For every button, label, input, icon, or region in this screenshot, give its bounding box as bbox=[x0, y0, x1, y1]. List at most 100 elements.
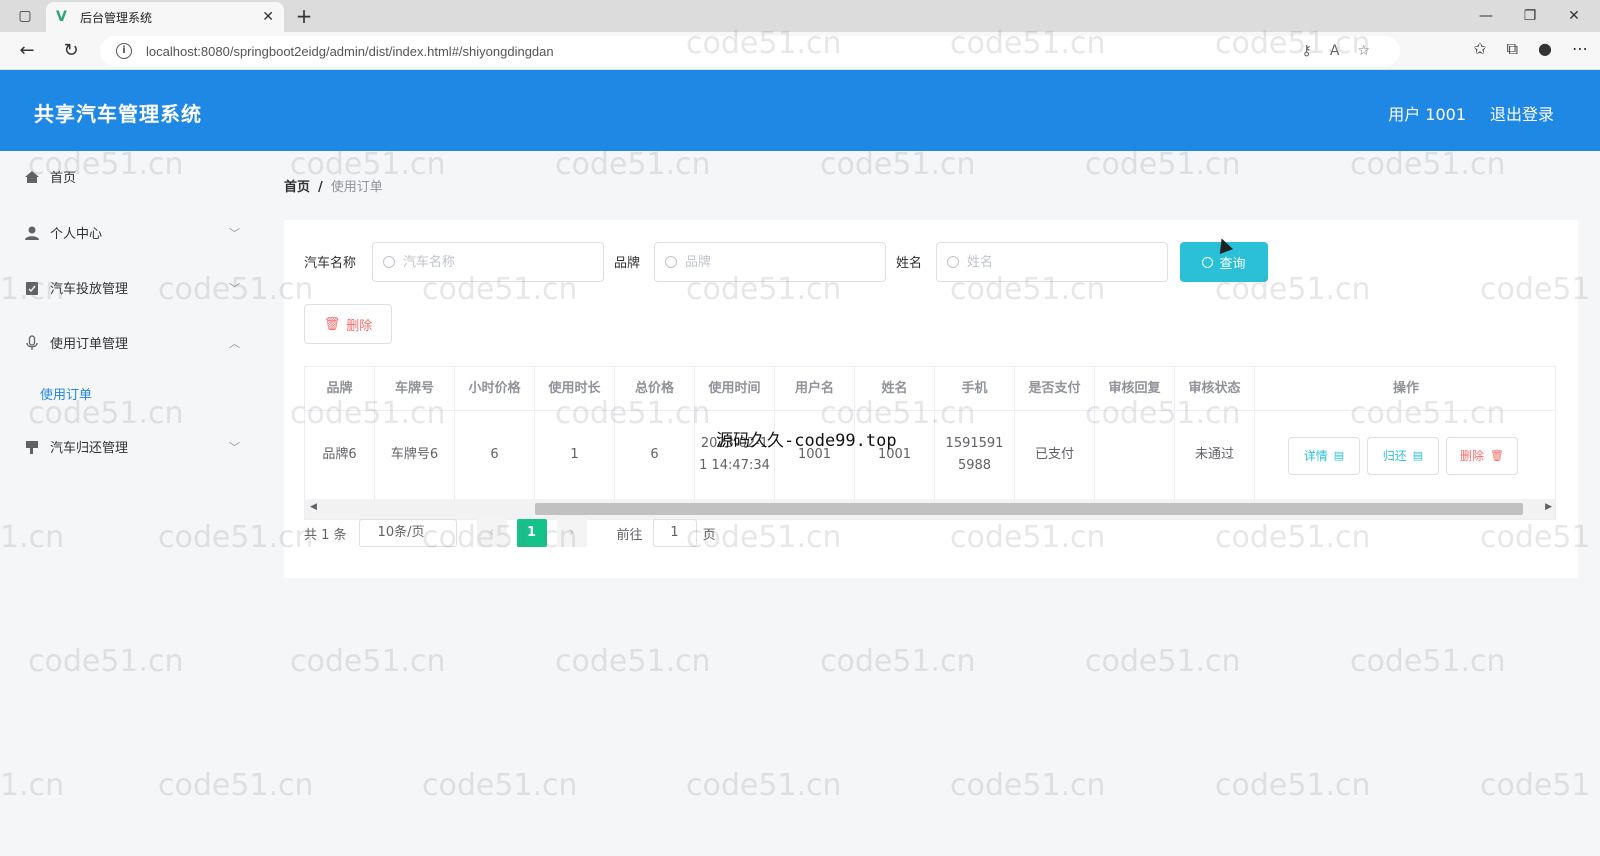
table-row: 品牌6 车牌号6 6 1 6 2023-02-11 14:47:34 1001 … bbox=[305, 411, 1555, 499]
search-icon bbox=[1202, 256, 1214, 268]
sidebar-item-car-return[interactable]: 汽车归还管理 ﹀ bbox=[24, 437, 240, 456]
sidebar-item-label: 使用订单管理 bbox=[50, 337, 129, 352]
watermark: code51.cn bbox=[422, 768, 578, 803]
sidebar-item-label: 个人中心 bbox=[50, 227, 103, 242]
watermark: code51.cn bbox=[950, 768, 1106, 803]
cell-phone: 15915915988 bbox=[935, 411, 1015, 499]
scroll-left-icon[interactable]: ◀ bbox=[310, 502, 317, 512]
watermark: code51.cn bbox=[1215, 768, 1371, 803]
cell-hour-price: 6 bbox=[455, 411, 535, 499]
logout-link[interactable]: 退出登录 bbox=[1490, 101, 1554, 125]
user-icon bbox=[24, 225, 40, 241]
url-text: localhost:8080/springboot2eidg/admin/dis… bbox=[146, 43, 554, 59]
column-header: 姓名 bbox=[855, 367, 935, 411]
cell-brand: 品牌6 bbox=[305, 411, 375, 499]
vue-logo-icon: V bbox=[56, 9, 67, 25]
watermark: code51.cn bbox=[686, 768, 842, 803]
trash-icon: 🗑 bbox=[1490, 449, 1504, 462]
cell-duration: 1 bbox=[535, 411, 615, 499]
close-tab-icon[interactable]: ✕ bbox=[262, 9, 274, 25]
pagination: 共 1 条 10条/页 ‹ 1 › 前往 1 页 bbox=[304, 518, 716, 548]
new-tab-button[interactable]: + bbox=[292, 4, 316, 28]
prev-page-button[interactable]: ‹ bbox=[476, 519, 507, 547]
add-favorite-icon[interactable]: ☆ bbox=[1357, 43, 1370, 59]
sidebar-subitem-orders[interactable]: 使用订单 bbox=[40, 384, 92, 403]
sidebar-item-label: 汽车归还管理 bbox=[50, 441, 129, 456]
row-delete-button[interactable]: 删除 🗑 bbox=[1446, 437, 1518, 475]
table-header: 品牌 车牌号 小时价格 使用时长 总价格 使用时间 用户名 姓名 手机 是否支付… bbox=[305, 367, 1555, 411]
favorites-icon[interactable]: ✩ bbox=[1473, 39, 1486, 59]
watermark: code51 bbox=[1480, 768, 1591, 803]
site-info-icon[interactable]: i bbox=[116, 43, 132, 59]
more-icon[interactable]: ⋯ bbox=[1572, 39, 1588, 59]
goto-label: 前往 bbox=[616, 527, 643, 543]
column-header: 用户名 bbox=[775, 367, 855, 411]
collections-icon[interactable]: ⧉ bbox=[1507, 39, 1518, 59]
close-window-button[interactable]: ✕ bbox=[1552, 4, 1596, 28]
main-card: 汽车名称 品牌 姓名 查询 🗑 删除 品牌 车牌号 小时价格 使用时长 总价格 … bbox=[284, 220, 1578, 578]
next-page-button[interactable]: › bbox=[556, 519, 587, 547]
breadcrumb: 首页 / 使用订单 bbox=[284, 176, 383, 195]
sidebar-item-home[interactable]: 首页 bbox=[24, 167, 240, 186]
car-name-label: 汽车名称 bbox=[304, 256, 357, 271]
delete-button-label: 删除 bbox=[346, 317, 373, 333]
car-name-field[interactable] bbox=[372, 242, 604, 282]
minimize-button[interactable]: — bbox=[1464, 4, 1508, 28]
microphone-icon bbox=[24, 334, 40, 351]
profile-icon[interactable]: ● bbox=[1538, 39, 1552, 59]
watermark: code51.cn bbox=[290, 644, 446, 679]
cell-paid: 已支付 bbox=[1015, 411, 1095, 499]
key-icon[interactable]: ⚷ bbox=[1302, 43, 1312, 59]
brand-input[interactable] bbox=[685, 254, 865, 270]
watermark: code51.cn bbox=[820, 147, 976, 182]
car-name-input[interactable] bbox=[403, 254, 583, 270]
column-header: 审核状态 bbox=[1175, 367, 1255, 411]
horizontal-scrollbar[interactable]: ◀ ▶ bbox=[305, 499, 1555, 519]
sidebar-item-personal-center[interactable]: 个人中心 ﹀ bbox=[24, 223, 240, 242]
search-button-label: 查询 bbox=[1219, 255, 1246, 271]
cell-username: 1001 bbox=[775, 411, 855, 499]
page-suffix: 页 bbox=[702, 527, 716, 543]
name-input[interactable] bbox=[967, 254, 1147, 270]
read-aloud-icon[interactable]: A bbox=[1330, 43, 1340, 59]
column-header: 使用时间 bbox=[695, 367, 775, 411]
reload-icon[interactable]: ↻ bbox=[58, 39, 84, 63]
watermark: code51.cn bbox=[1085, 147, 1241, 182]
scroll-right-icon[interactable]: ▶ bbox=[1545, 502, 1552, 512]
breadcrumb-home[interactable]: 首页 bbox=[284, 180, 310, 195]
search-icon bbox=[665, 256, 677, 268]
detail-label: 详情 bbox=[1303, 449, 1328, 463]
cell-reply bbox=[1095, 411, 1175, 499]
sidebar: 首页 个人中心 ﹀ 汽车投放管理 ﹀ 使用订单管理 ︿ 使用订单 汽车归还管理 … bbox=[0, 151, 260, 856]
trash-icon: 🗑 bbox=[323, 316, 341, 331]
name-field[interactable] bbox=[936, 242, 1168, 282]
detail-button[interactable]: 详情 ▤ bbox=[1288, 437, 1360, 475]
back-icon[interactable]: ← bbox=[14, 39, 40, 63]
chevron-down-icon: ﹀ bbox=[229, 281, 240, 295]
page-number-active[interactable]: 1 bbox=[516, 519, 547, 547]
column-header: 小时价格 bbox=[455, 367, 535, 411]
total-count: 共 1 条 bbox=[304, 527, 347, 543]
sidebar-item-order-manage[interactable]: 使用订单管理 ︿ bbox=[24, 333, 240, 352]
brand-field[interactable] bbox=[654, 242, 886, 282]
url-field[interactable]: i localhost:8080/springboot2eidg/admin/d… bbox=[100, 36, 1400, 66]
return-button[interactable]: 归还 ▤ bbox=[1367, 437, 1439, 475]
sidebar-item-car-deploy[interactable]: 汽车投放管理 ﹀ bbox=[24, 278, 240, 297]
cell-status: 未通过 bbox=[1175, 411, 1255, 499]
document-icon: ▤ bbox=[1333, 449, 1345, 462]
row-delete-label: 删除 bbox=[1460, 449, 1485, 463]
watermark: code51.cn bbox=[1350, 147, 1506, 182]
watermark: code51.cn bbox=[1350, 644, 1506, 679]
goto-page-input[interactable]: 1 bbox=[652, 519, 697, 547]
page-size-select[interactable]: 10条/页 bbox=[358, 519, 457, 547]
scrollbar-thumb[interactable] bbox=[535, 503, 1523, 515]
column-header: 品牌 bbox=[305, 367, 375, 411]
browser-tab[interactable]: V 后台管理系统 ✕ bbox=[46, 2, 284, 32]
tab-actions-icon[interactable]: ▢ bbox=[12, 6, 38, 26]
cell-use-time: 2023-02-11 14:47:34 bbox=[695, 411, 775, 499]
batch-delete-button[interactable]: 🗑 删除 bbox=[304, 304, 392, 344]
home-icon bbox=[24, 169, 40, 185]
column-header: 是否支付 bbox=[1015, 367, 1095, 411]
restore-button[interactable]: ❐ bbox=[1508, 4, 1552, 28]
watermark: code51.cn bbox=[1085, 644, 1241, 679]
